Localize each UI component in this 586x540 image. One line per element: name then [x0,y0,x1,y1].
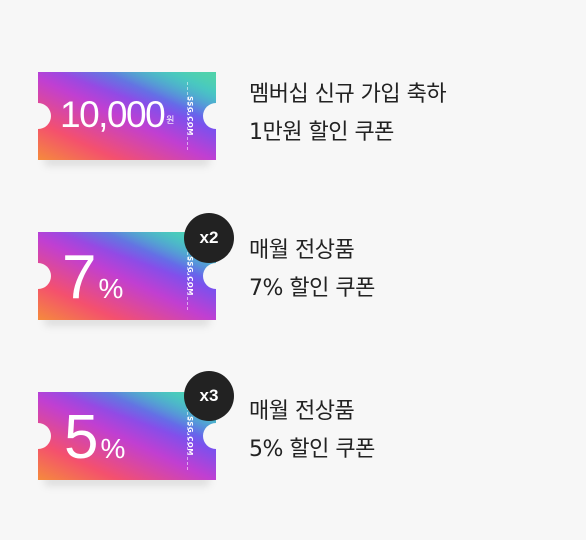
discount-amount: 7% [62,242,123,313]
discount-amount: 10,000 원 [60,94,174,136]
brand-label: SSG.COM [186,256,194,296]
ticket-notch-left [25,103,51,129]
coupon-title: 매월 전상품 [249,399,355,424]
amount-unit: % [98,273,124,304]
ticket-notch-left [25,263,51,289]
amount-unit: % [100,433,126,464]
coupon-subtitle: 7% 할인 쿠폰 [249,276,375,301]
coupon-description: 매월 전상품 5% 할인 쿠폰 [249,393,375,469]
coupon-title: 매월 전상품 [249,238,355,263]
amount-value: 7 [62,243,97,312]
coupon-description: 매월 전상품 7% 할인 쿠폰 [249,232,375,308]
ticket-notch-right [203,423,229,449]
coupon-subtitle: 1만원 할인 쿠폰 [249,120,394,145]
amount-value: 10,000 [60,94,166,135]
brand-label: SSG.COM [186,96,194,136]
discount-amount: 5% [64,402,125,473]
coupon-description: 멤버십 신규 가입 축하 1만원 할인 쿠폰 [249,76,447,152]
brand-label: SSG.COM [186,416,194,456]
ticket-notch-right [203,263,229,289]
ticket-notch-right [203,103,229,129]
quantity-badge: x3 [184,371,234,421]
amount-unit: 원 [166,115,175,125]
coupon-ticket[interactable]: SSG.COM 10,000 원 [25,72,229,166]
coupon-subtitle: 5% 할인 쿠폰 [249,437,375,462]
amount-value: 5 [64,403,99,472]
quantity-badge: x2 [184,213,234,263]
coupon-title: 멤버십 신규 가입 축하 [249,82,447,107]
ticket-notch-left [25,423,51,449]
